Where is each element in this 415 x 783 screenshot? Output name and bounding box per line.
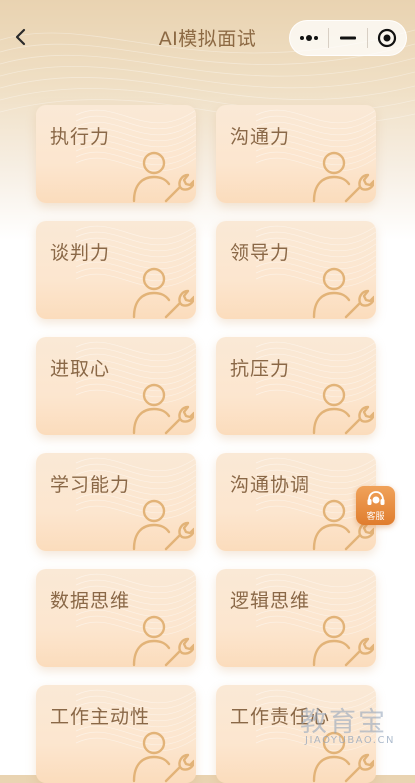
person-wrench-icon <box>312 615 374 667</box>
navigation-bar: AI模拟面试 <box>0 0 415 74</box>
person-wrench-icon <box>312 267 374 319</box>
skill-card-label: 抗压力 <box>230 358 291 380</box>
skill-card[interactable]: 谈判力 <box>36 221 196 319</box>
person-wrench-icon <box>312 383 374 435</box>
customer-service-button[interactable]: 客服 <box>356 486 395 525</box>
headset-icon <box>367 490 384 505</box>
minimize-button[interactable] <box>329 21 367 55</box>
skill-card-label: 领导力 <box>230 242 291 264</box>
skill-card-label: 执行力 <box>50 126 111 148</box>
skill-card-label: 进取心 <box>50 358 111 380</box>
skill-card[interactable]: 进取心 <box>36 337 196 435</box>
skill-card[interactable]: 沟通协调 <box>216 453 376 551</box>
skill-card[interactable]: 数据思维 <box>36 569 196 667</box>
skill-card-label: 沟通协调 <box>230 474 311 496</box>
more-dots-icon <box>300 35 318 41</box>
skill-card[interactable]: 抗压力 <box>216 337 376 435</box>
person-wrench-icon <box>132 151 194 203</box>
skill-card[interactable]: 逻辑思维 <box>216 569 376 667</box>
skill-card[interactable]: 执行力 <box>36 105 196 203</box>
minus-icon <box>340 36 356 40</box>
skill-card-label: 数据思维 <box>50 590 131 612</box>
skill-card[interactable]: 沟通力 <box>216 105 376 203</box>
skill-card-label: 学习能力 <box>50 474 131 496</box>
skill-card-label: 工作主动性 <box>50 706 151 728</box>
skill-card-label: 谈判力 <box>50 242 111 264</box>
skill-card-label: 工作责任心 <box>230 706 331 728</box>
skill-card[interactable]: 学习能力 <box>36 453 196 551</box>
customer-service-label: 客服 <box>366 511 385 522</box>
person-wrench-icon <box>132 383 194 435</box>
mini-program-capsule <box>289 20 407 56</box>
skill-card[interactable]: 工作主动性 <box>36 685 196 783</box>
skill-card-label: 逻辑思维 <box>230 590 311 612</box>
skill-card-label: 沟通力 <box>230 126 291 148</box>
close-button[interactable] <box>368 21 406 55</box>
target-close-icon <box>377 28 397 48</box>
person-wrench-icon <box>132 615 194 667</box>
person-wrench-icon <box>312 151 374 203</box>
more-button[interactable] <box>290 21 328 55</box>
person-wrench-icon <box>132 499 194 551</box>
skill-card[interactable]: 工作责任心 <box>216 685 376 783</box>
skill-card[interactable]: 领导力 <box>216 221 376 319</box>
person-wrench-icon <box>132 267 194 319</box>
